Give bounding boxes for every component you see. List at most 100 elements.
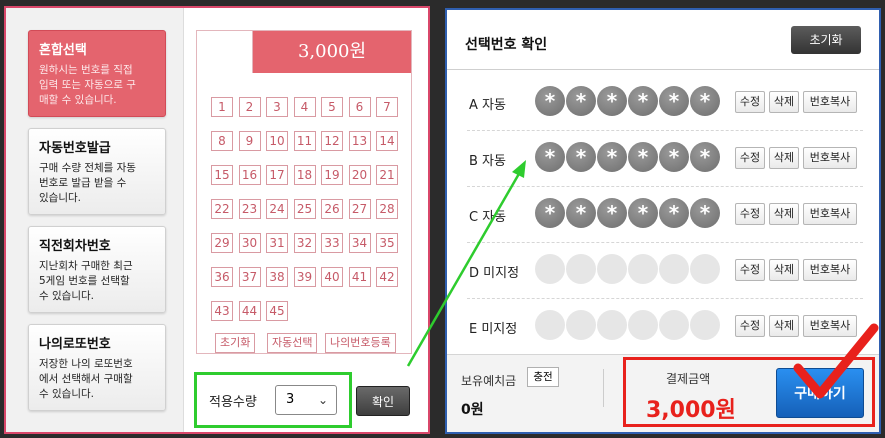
number-cell[interactable]: 2 <box>238 97 261 117</box>
delete-button[interactable]: 삭제 <box>769 315 799 337</box>
number-cell[interactable]: 27 <box>348 199 371 219</box>
lotto-ball: * <box>659 198 689 228</box>
menu-item-desc-line: 원하시는 번호를 직접 <box>39 64 133 76</box>
number-cell[interactable]: 34 <box>348 233 371 253</box>
number-cell[interactable]: 44 <box>238 301 261 321</box>
number-cell[interactable]: 28 <box>376 199 398 219</box>
number-cell[interactable]: 7 <box>376 97 398 117</box>
lotto-ball: * <box>566 86 596 116</box>
edit-button[interactable]: 수정 <box>735 203 765 225</box>
lotto-ball: * <box>535 86 565 116</box>
chevron-down-icon: ⌄ <box>317 393 328 407</box>
menu-item-title: 직전회차번호 <box>39 239 111 254</box>
number-cell[interactable]: 37 <box>238 267 261 287</box>
copy-number-button[interactable]: 번호복사 <box>803 147 857 169</box>
edit-button[interactable]: 수정 <box>735 259 765 281</box>
quantity-select[interactable]: 3 ⌄ <box>275 385 337 415</box>
number-cell[interactable]: 17 <box>266 165 288 185</box>
delete-button[interactable]: 삭제 <box>769 259 799 281</box>
menu-item-desc-line: 구매 수량 전체를 자동 <box>39 162 136 174</box>
copy-number-button[interactable]: 번호복사 <box>803 259 857 281</box>
number-cell[interactable]: 25 <box>293 199 316 219</box>
number-cell[interactable]: 26 <box>321 199 343 219</box>
delete-button[interactable]: 삭제 <box>769 91 799 113</box>
lotto-ball <box>690 254 720 284</box>
number-cell[interactable]: 33 <box>321 233 343 253</box>
selected-numbers-panel: 선택번호 확인 초기화 A 자동 * * * * * * 수정 삭제 번호복사 B 자동 * * * * * *… <box>445 8 881 434</box>
number-cell[interactable]: 19 <box>321 165 343 185</box>
number-grid-area: 3,000원 1 2 3 4 5 6 7 8 9 10 11 12 13 14 15 16 17 18 19 20 21… <box>196 30 412 354</box>
number-cell[interactable]: 22 <box>211 199 233 219</box>
number-cell[interactable]: 13 <box>348 131 371 151</box>
payment-value: 3,000원 <box>646 398 736 423</box>
buy-button[interactable]: 구매하기 <box>776 368 864 418</box>
grid-reset-button[interactable]: 초기화 <box>215 333 256 353</box>
number-cell[interactable]: 38 <box>266 267 288 287</box>
menu-item-desc: 저장한 나의 로또번호 에서 선택해서 구매할 수 있습니다. <box>39 357 155 402</box>
number-cell[interactable]: 32 <box>293 233 316 253</box>
number-cell[interactable]: 30 <box>238 233 261 253</box>
number-cell[interactable]: 12 <box>321 131 343 151</box>
number-cell[interactable]: 21 <box>376 165 398 185</box>
number-cell[interactable]: 42 <box>376 267 398 287</box>
delete-button[interactable]: 삭제 <box>769 147 799 169</box>
lotto-ball <box>659 310 689 340</box>
number-cell[interactable]: 39 <box>293 267 316 287</box>
edit-button[interactable]: 수정 <box>735 147 765 169</box>
reset-all-button[interactable]: 초기화 <box>791 26 861 54</box>
charge-button[interactable]: 충전 <box>527 367 559 387</box>
game-row-label: A 자동 <box>469 98 506 113</box>
number-cell[interactable]: 40 <box>321 267 343 287</box>
number-cell[interactable]: 3 <box>266 97 288 117</box>
delete-button[interactable]: 삭제 <box>769 203 799 225</box>
number-cell[interactable]: 41 <box>348 267 371 287</box>
quantity-label: 적용수량 <box>209 395 257 410</box>
lotto-ball: * <box>628 198 658 228</box>
selection-panel: 혼합선택 원하시는 번호를 직접 입력 또는 자동으로 구 매할 수 있습니다. 자동번… <box>4 6 430 434</box>
game-row-label: D 미지정 <box>469 266 520 281</box>
edit-button[interactable]: 수정 <box>735 315 765 337</box>
quantity-box: 적용수량 3 ⌄ <box>194 372 352 428</box>
menu-item-title: 나의로또번호 <box>39 337 111 352</box>
number-cell[interactable]: 20 <box>348 165 371 185</box>
number-cell[interactable]: 11 <box>293 131 316 151</box>
lotto-ball: * <box>628 142 658 172</box>
lotto-ball <box>566 254 596 284</box>
number-cell[interactable]: 14 <box>376 131 398 151</box>
number-cell[interactable]: 31 <box>266 233 288 253</box>
number-cell[interactable]: 8 <box>211 131 233 151</box>
menu-item-1[interactable]: 혼합선택 원하시는 번호를 직접 입력 또는 자동으로 구 매할 수 있습니다. <box>28 30 166 117</box>
number-cell[interactable]: 18 <box>293 165 316 185</box>
number-cell[interactable]: 4 <box>293 97 316 117</box>
lotto-ball <box>659 254 689 284</box>
number-cell[interactable]: 9 <box>238 131 261 151</box>
auto-select-button[interactable]: 자동선택 <box>267 333 318 353</box>
number-cell[interactable]: 45 <box>266 301 288 321</box>
lotto-ball <box>597 254 627 284</box>
number-cell[interactable]: 35 <box>376 233 398 253</box>
number-cell[interactable]: 36 <box>211 267 233 287</box>
number-cell[interactable]: 23 <box>238 199 261 219</box>
menu-item-2[interactable]: 자동번호발급 구매 수량 전체를 자동 번호로 발급 받을 수 있습니다. <box>28 128 166 215</box>
my-number-register-button[interactable]: 나의번호등록 <box>325 333 396 353</box>
number-cell[interactable]: 15 <box>211 165 233 185</box>
menu-item-3[interactable]: 직전회차번호 지난회차 구매한 최근 5게임 번호를 선택할 수 있습니다. <box>28 226 166 313</box>
number-cell[interactable]: 1 <box>211 97 233 117</box>
number-cell[interactable]: 29 <box>211 233 233 253</box>
copy-number-button[interactable]: 번호복사 <box>803 315 857 337</box>
number-cell[interactable]: 16 <box>238 165 261 185</box>
menu-item-title: 혼합선택 <box>39 43 87 58</box>
number-cell[interactable]: 10 <box>266 131 288 151</box>
lotto-ball <box>690 310 720 340</box>
number-cell[interactable]: 6 <box>348 97 371 117</box>
copy-number-button[interactable]: 번호복사 <box>803 91 857 113</box>
confirm-button[interactable]: 확인 <box>356 386 410 416</box>
number-cell[interactable]: 5 <box>321 97 343 117</box>
copy-number-button[interactable]: 번호복사 <box>803 203 857 225</box>
number-cell[interactable]: 43 <box>211 301 233 321</box>
number-cell[interactable]: 24 <box>266 199 288 219</box>
menu-item-4[interactable]: 나의로또번호저장한 나의 로또번호 에서 선택해서 구매할 수 있습니다. <box>28 324 166 411</box>
menu-item-desc-line: 저장한 나의 로또번호 <box>39 358 133 370</box>
balance-label: 보유예치금 <box>461 374 517 388</box>
edit-button[interactable]: 수정 <box>735 91 765 113</box>
